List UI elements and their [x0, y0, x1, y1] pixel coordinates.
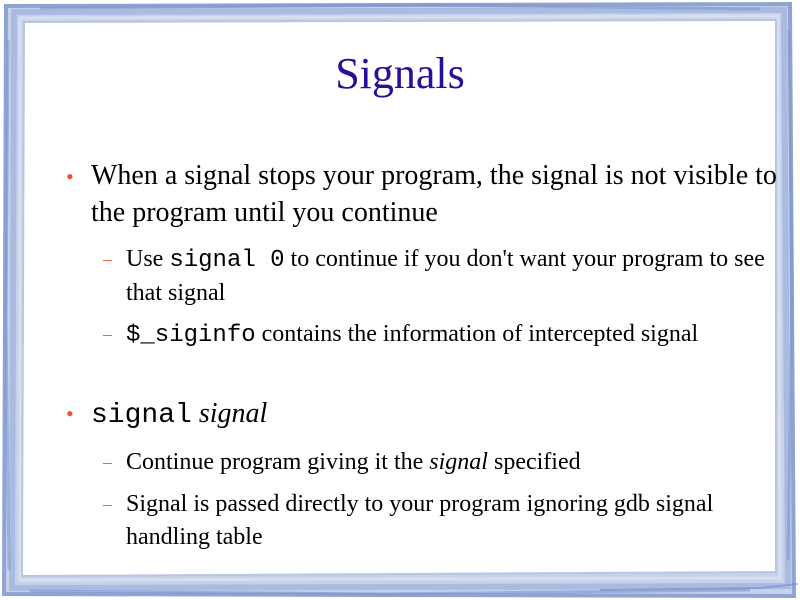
subbullet-text: $_siginfo contains the information of in… [126, 321, 699, 349]
bullet-text: signal signal [91, 398, 268, 431]
subbullet-text: Use signal 0 to continue if you don't wa… [126, 246, 765, 306]
slide-content: • When a signal stops your program, the … [0, 0, 800, 600]
bullet-text: When a signal stops your program, the si… [91, 160, 777, 228]
dash-marker: – [103, 249, 112, 269]
subbullet-text: Continue program giving it the signal sp… [126, 449, 581, 475]
bullet-marker: • [66, 401, 74, 426]
subbullet-text: Signal is passed directly to your progra… [126, 491, 714, 550]
dash-marker: – [103, 452, 112, 472]
code-span: signal [91, 400, 192, 431]
bullet-marker: • [66, 164, 74, 189]
code-span: signal 0 [169, 247, 285, 274]
dash-marker: – [103, 324, 112, 344]
code-span: $_siginfo [126, 322, 256, 349]
dash-marker: – [103, 494, 112, 514]
